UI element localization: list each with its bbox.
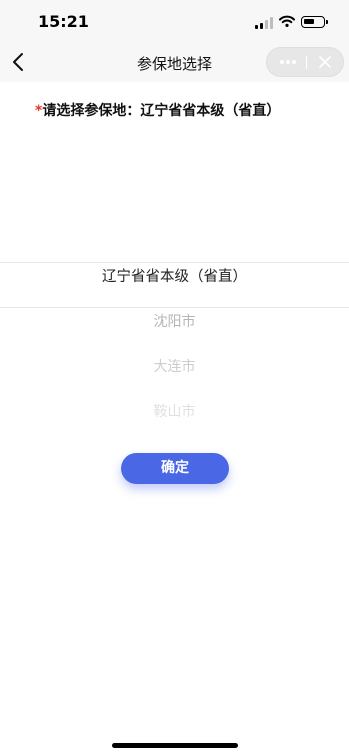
status-time: 15:21	[38, 12, 89, 31]
nav-bar: 参保地选择	[0, 44, 349, 82]
cellular-signal-icon	[255, 17, 273, 29]
more-icon	[280, 60, 284, 64]
picker-option[interactable]: 大连市	[0, 356, 349, 376]
picker-bottom-line	[0, 307, 349, 308]
status-bar: 15:21	[0, 0, 349, 44]
wifi-icon	[279, 15, 295, 27]
picker-option[interactable]: 鞍山市	[0, 401, 349, 421]
battery-icon	[301, 16, 328, 28]
picker-option-selected[interactable]: 辽宁省省本级（省直）	[0, 265, 349, 286]
home-indicator[interactable]	[112, 743, 238, 748]
more-options-button[interactable]	[267, 48, 305, 76]
selection-prompt: *请选择参保地：辽宁省省本级（省直）	[35, 100, 280, 120]
close-icon[interactable]	[307, 48, 343, 76]
prompt-selected-value: 辽宁省省本级（省直）	[140, 103, 281, 119]
picker-option[interactable]: 沈阳市	[0, 311, 349, 331]
confirm-button[interactable]: 确定	[121, 453, 229, 484]
mini-program-capsule	[266, 47, 344, 77]
prompt-label: 请选择参保地：	[42, 103, 141, 119]
region-picker[interactable]: 辽宁省省本级（省直） 沈阳市 大连市 鞍山市	[0, 262, 349, 430]
picker-top-line	[0, 262, 349, 263]
